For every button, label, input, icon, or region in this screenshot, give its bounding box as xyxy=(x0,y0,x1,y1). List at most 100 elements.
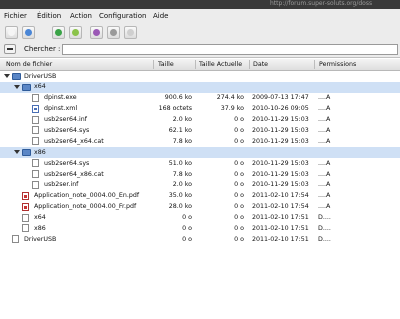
search-input[interactable] xyxy=(62,44,398,55)
test-button[interactable] xyxy=(107,26,120,39)
extract-button[interactable] xyxy=(52,26,65,39)
table-row[interactable]: dpinst.exe 900.6 ko 274.4 ko 2009-07-13 17:… xyxy=(0,93,400,104)
menu-aide[interactable]: Aide xyxy=(153,12,168,20)
new-file-icon xyxy=(8,29,15,36)
file-icon xyxy=(32,93,39,102)
table-row[interactable]: x86 0 o 0 o 2011-02-10 17:51 D.... xyxy=(0,223,400,234)
file-size: 2.0 ko xyxy=(172,116,192,124)
file-name: usb2ser64.sys xyxy=(44,126,90,134)
table-row[interactable]: x86 xyxy=(0,147,400,159)
file-size: 51.0 ko xyxy=(168,159,192,167)
table-row[interactable]: x64 xyxy=(0,81,400,93)
file-name: usb2ser.inf xyxy=(44,181,79,189)
file-name: dpinst.exe xyxy=(44,94,77,102)
file-permissions: ....A xyxy=(318,192,331,200)
file-real-size: 0 o xyxy=(234,235,244,243)
file-icon xyxy=(12,235,19,244)
new-archive-button[interactable] xyxy=(5,26,18,39)
menu-edition[interactable]: Édition xyxy=(37,12,61,20)
file-date: 2010-11-29 15:03 xyxy=(252,126,309,134)
file-size: 0 o xyxy=(182,235,192,243)
col-real-size[interactable]: Taille Actuelle xyxy=(199,61,242,69)
file-permissions: ....A xyxy=(318,203,331,211)
table-row[interactable]: DriverUSB xyxy=(0,71,400,82)
file-date: 2009-07-13 17:47 xyxy=(252,94,309,102)
table-row[interactable]: Application_note_0004.00_En.pdf 35.0 ko 0 … xyxy=(0,191,400,202)
file-real-size: 0 o xyxy=(234,192,244,200)
file-real-size: 0 o xyxy=(234,137,244,145)
table-row[interactable]: usb2ser64_x86.cat 7.8 ko 0 o 2010-11-29 15:… xyxy=(0,169,400,180)
file-permissions: ....A xyxy=(318,181,331,189)
file-size: 7.8 ko xyxy=(172,137,192,145)
file-date: 2010-11-29 15:03 xyxy=(252,116,309,124)
file-permissions: ....A xyxy=(318,170,331,178)
file-real-size: 0 o xyxy=(234,224,244,232)
column-header: Nom de fichier Taille Taille Actuelle Da… xyxy=(0,59,400,71)
file-real-size: 0 o xyxy=(234,170,244,178)
file-name: usb2ser64_x86.cat xyxy=(44,170,104,178)
menu-fichier[interactable]: Fichier xyxy=(4,12,27,20)
file-date: 2011-02-10 17:51 xyxy=(252,214,309,222)
file-name: x64 xyxy=(34,83,46,91)
view-icon xyxy=(93,29,100,36)
file-permissions: D.... xyxy=(318,235,331,243)
add-files-button[interactable] xyxy=(69,26,82,39)
table-row[interactable]: usb2ser.inf 2.0 ko 0 o 2010-11-29 15:03....… xyxy=(0,180,400,191)
table-row[interactable]: Application_note_0004.00_Fr.pdf 28.0 ko 0 … xyxy=(0,202,400,213)
table-row[interactable]: usb2ser64.sys 62.1 ko 0 o 2010-11-29 15:03.… xyxy=(0,125,400,136)
col-date[interactable]: Date xyxy=(253,61,268,69)
table-row[interactable]: dpinst.xml 168 octets 37.9 ko 2010-10-26 09… xyxy=(0,104,400,115)
info-button[interactable] xyxy=(124,26,137,39)
file-date: 2010-11-29 15:03 xyxy=(252,181,309,189)
file-real-size: 0 o xyxy=(234,159,244,167)
table-row[interactable]: x64 0 o 0 o 2011-02-10 17:51 D.... xyxy=(0,213,400,224)
file-icon xyxy=(32,137,39,146)
file-real-size: 274.4 ko xyxy=(216,94,244,102)
file-size: 28.0 ko xyxy=(168,203,192,211)
menu-action[interactable]: Action xyxy=(70,12,92,20)
file-name: Application_note_0004.00_Fr.pdf xyxy=(34,203,137,211)
file-icon xyxy=(22,224,29,233)
file-permissions: D.... xyxy=(318,214,331,222)
file-real-size: 0 o xyxy=(234,203,244,211)
toggle-view-icon[interactable] xyxy=(4,44,16,54)
file-real-size: 0 o xyxy=(234,126,244,134)
add-files-icon xyxy=(72,29,79,36)
file-icon xyxy=(32,170,39,179)
file-icon xyxy=(32,159,39,168)
file-permissions: ....A xyxy=(318,126,331,134)
table-row[interactable]: DriverUSB 0 o 0 o 2011-02-10 17:51 D.... xyxy=(0,234,400,245)
expander-icon[interactable] xyxy=(14,150,20,155)
table-row[interactable]: usb2ser64.inf 2.0 ko 0 o 2010-11-29 15:03..… xyxy=(0,115,400,126)
file-size: 900.6 ko xyxy=(164,94,192,102)
expander-icon[interactable] xyxy=(4,74,10,78)
file-icon xyxy=(32,126,39,135)
file-name: dpinst.xml xyxy=(44,105,78,113)
window-url: http://forum.super-soluts.org/doss xyxy=(270,0,373,7)
search-bar: Chercher : xyxy=(0,42,400,58)
file-size: 168 octets xyxy=(158,105,192,113)
pdf-file-icon xyxy=(22,191,29,200)
table-row[interactable]: usb2ser64_x64.cat 7.8 ko 0 o 2010-11-29 15:… xyxy=(0,136,400,147)
pdf-file-icon xyxy=(22,202,29,211)
file-size: 7.8 ko xyxy=(172,170,192,178)
col-permissions[interactable]: Permissions xyxy=(319,61,356,69)
file-date: 2011-02-10 17:54 xyxy=(252,192,309,200)
search-label: Chercher : xyxy=(24,45,61,53)
view-button[interactable] xyxy=(90,26,103,39)
file-date: 2010-11-29 15:03 xyxy=(252,159,309,167)
menu-configuration[interactable]: Configuration xyxy=(99,12,146,20)
file-name: usb2ser64_x64.cat xyxy=(44,137,104,145)
col-size[interactable]: Taille xyxy=(158,61,174,69)
col-filename[interactable]: Nom de fichier xyxy=(6,61,52,69)
file-date: 2010-10-26 09:05 xyxy=(252,105,309,113)
file-real-size: 0 o xyxy=(234,181,244,189)
table-row[interactable]: usb2ser64.sys 51.0 ko 0 o 2010-11-29 15:03.… xyxy=(0,158,400,169)
file-real-size: 0 o xyxy=(234,214,244,222)
file-date: 2010-11-29 15:03 xyxy=(252,170,309,178)
folder-open-icon xyxy=(25,29,32,36)
expander-icon[interactable] xyxy=(14,84,20,89)
file-size: 0 o xyxy=(182,224,192,232)
file-date: 2011-02-10 17:51 xyxy=(252,235,309,243)
open-archive-button[interactable] xyxy=(22,26,35,39)
